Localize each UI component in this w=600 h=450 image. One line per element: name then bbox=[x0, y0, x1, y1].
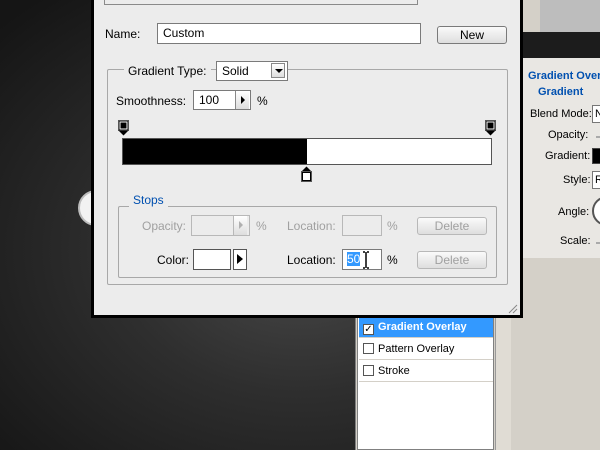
blend-mode-select[interactable]: N bbox=[592, 105, 600, 123]
gradient-overlay-panel: Gradient Overl Gradient Blend Mode: N Op… bbox=[522, 58, 600, 258]
opacity-stepper-icon[interactable] bbox=[233, 216, 247, 235]
smoothness-label: Smoothness: bbox=[116, 94, 187, 108]
checkbox-icon[interactable] bbox=[363, 365, 374, 376]
color-stop-selected[interactable] bbox=[301, 166, 312, 182]
smoothness-stepper-icon[interactable] bbox=[235, 91, 249, 109]
opacity-stop-icon bbox=[118, 120, 129, 136]
style-item-stroke[interactable]: Stroke bbox=[359, 361, 493, 382]
style-item-label: Gradient Overlay bbox=[378, 321, 467, 333]
gradient-preview-swatch[interactable] bbox=[592, 148, 600, 164]
scale-slider[interactable] bbox=[596, 242, 600, 244]
layer-style-header-bar bbox=[520, 32, 600, 58]
style-item-pattern-overlay[interactable]: Pattern Overlay bbox=[359, 339, 493, 360]
color-swatch[interactable] bbox=[193, 249, 231, 270]
style-item-gradient-overlay[interactable]: ✓ Gradient Overlay bbox=[359, 317, 493, 338]
opacity-location-label: Location: bbox=[287, 219, 336, 233]
smoothness-unit: % bbox=[257, 94, 268, 108]
resize-grip-icon[interactable] bbox=[506, 302, 518, 314]
color-stop-icon bbox=[301, 166, 312, 182]
opacity-location-unit: % bbox=[387, 219, 398, 233]
presets-frame-bottom bbox=[104, 0, 418, 5]
section-title: Gradient bbox=[538, 86, 584, 98]
color-location-unit: % bbox=[387, 253, 398, 267]
gradient-type-label: Gradient Type: bbox=[124, 64, 211, 78]
gradient-type-value: Solid bbox=[222, 64, 249, 78]
style-label: Style: bbox=[563, 174, 591, 186]
panel-title: Gradient Overl bbox=[528, 70, 600, 82]
scale-label: Scale: bbox=[560, 235, 591, 247]
blend-mode-label: Blend Mode: bbox=[530, 108, 592, 120]
opacity-location-field[interactable] bbox=[342, 215, 382, 236]
opacity-label: Opacity: bbox=[548, 129, 589, 141]
opacity-unit: % bbox=[256, 219, 267, 233]
opacity-delete-button[interactable]: Delete bbox=[417, 217, 487, 235]
opacity-slider[interactable] bbox=[596, 136, 600, 138]
smoothness-value: 100 bbox=[199, 93, 220, 107]
name-label: Name: bbox=[105, 27, 141, 41]
chevron-down-icon[interactable] bbox=[271, 63, 285, 78]
gradient-preview-bar[interactable] bbox=[122, 138, 492, 165]
style-item-label: Pattern Overlay bbox=[378, 343, 455, 355]
new-button[interactable]: New bbox=[437, 26, 507, 44]
opacity-stop-left[interactable] bbox=[118, 120, 129, 136]
checkbox-icon[interactable] bbox=[363, 343, 374, 354]
gradient-label: Gradient: bbox=[545, 150, 591, 162]
blend-mode-value: N bbox=[595, 108, 600, 120]
color-label: Color: bbox=[157, 253, 190, 267]
ibeam-cursor-icon bbox=[363, 251, 369, 269]
opacity-label: Opacity: bbox=[142, 219, 187, 233]
style-value: R bbox=[595, 174, 600, 186]
checkbox-icon[interactable]: ✓ bbox=[363, 324, 374, 335]
color-location-label: Location: bbox=[287, 253, 336, 267]
color-menu-arrow-icon[interactable] bbox=[233, 249, 247, 270]
style-select[interactable]: R bbox=[592, 171, 600, 189]
angle-label: Angle: bbox=[558, 206, 590, 218]
color-location-value: 50 bbox=[347, 252, 361, 266]
opacity-stop-icon bbox=[485, 120, 496, 136]
layer-style-titlebar bbox=[540, 0, 600, 32]
styles-list-scrollbar[interactable] bbox=[495, 312, 511, 450]
styles-list: ✓ Gradient Overlay Pattern Overlay Stroke bbox=[357, 312, 494, 450]
stops-title: Stops bbox=[129, 193, 168, 207]
angle-dial[interactable] bbox=[592, 196, 600, 226]
opacity-stop-right[interactable] bbox=[485, 120, 496, 136]
color-delete-button[interactable]: Delete bbox=[417, 251, 487, 269]
name-field[interactable]: Custom bbox=[157, 23, 421, 44]
style-item-label: Stroke bbox=[378, 365, 410, 377]
